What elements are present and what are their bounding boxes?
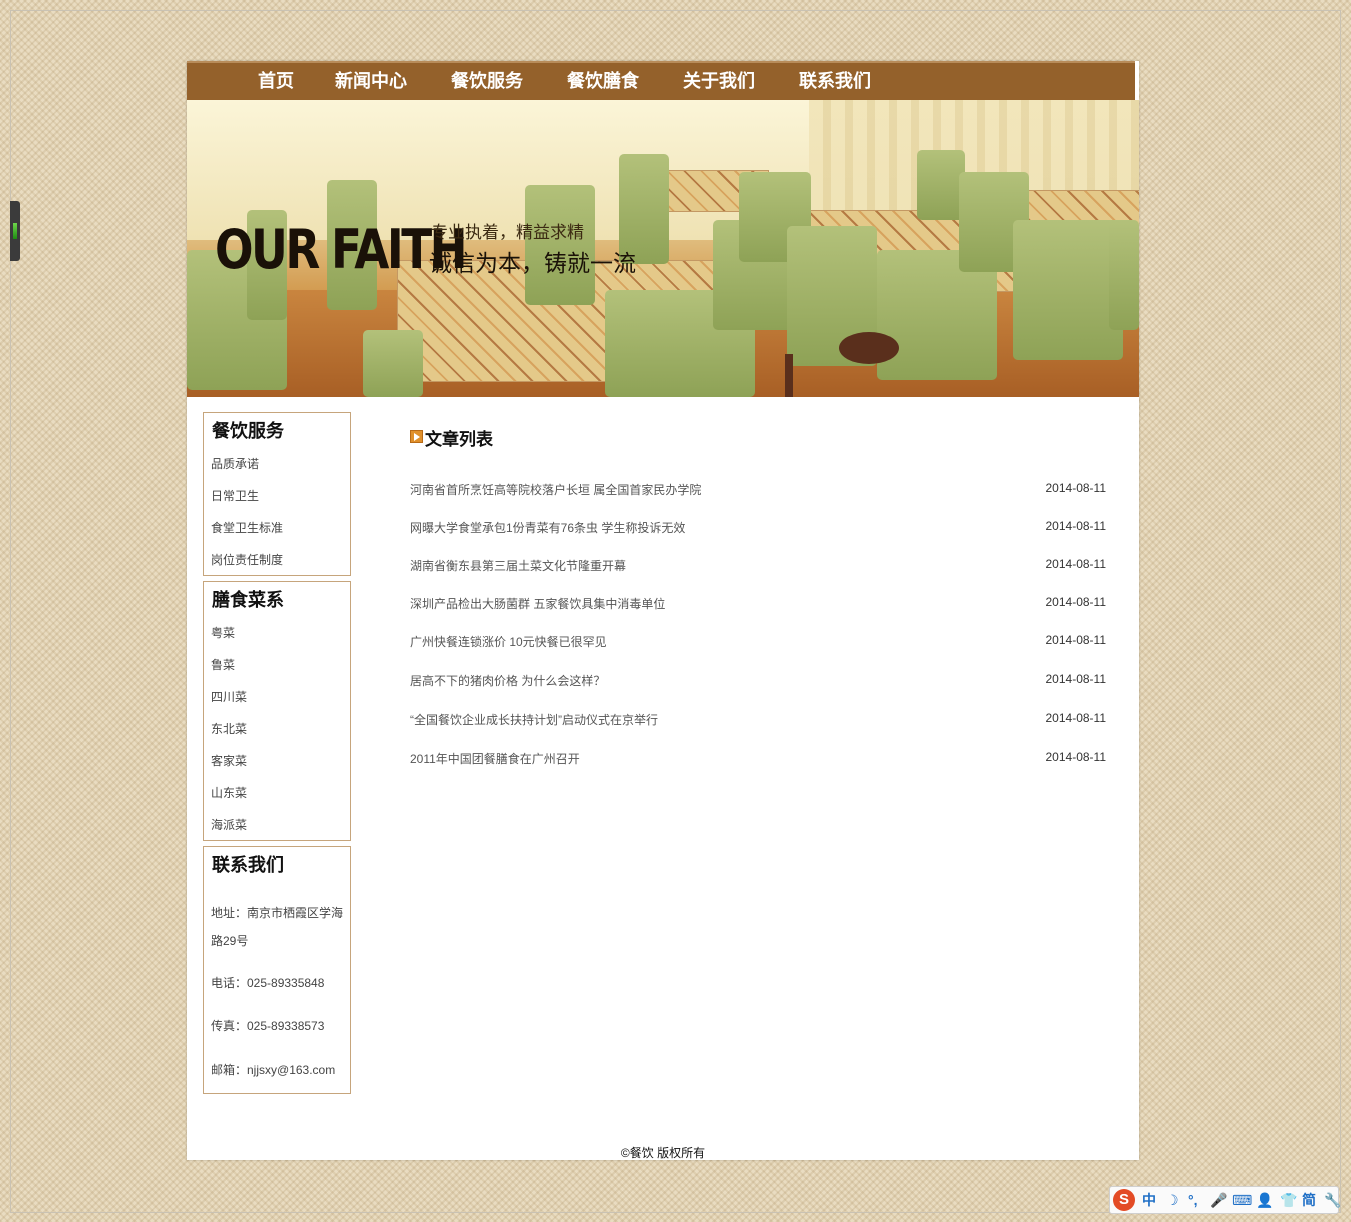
wrench-icon[interactable]: 🔧 [1324,1190,1341,1210]
play-arrow-icon [410,430,423,443]
sidebar-contact-title: 联系我们 [212,855,284,876]
nav-item-about[interactable]: 关于我们 [683,63,755,100]
article-row[interactable]: 网曝大学食堂承包1份青菜有76条虫 学生称投诉无效 2014-08-11 [410,519,1106,539]
article-date: 2014-08-11 [1045,595,1107,609]
sidebar-item-duty-system[interactable]: 岗位责任制度 [211,551,283,568]
sidebar-cuisine-box: 膳食菜系 粤菜 鲁菜 四川菜 东北菜 客家菜 山东菜 海派菜 [203,581,351,841]
sidebar-item-sichuan[interactable]: 四川菜 [211,688,247,705]
article-title[interactable]: “全国餐饮企业成长扶持计划”启动仪式在京举行 [410,711,658,728]
banner-table-leg [785,354,793,397]
article-row[interactable]: 湖南省衡东县第三届土菜文化节隆重开幕 2014-08-11 [410,557,1106,577]
banner-chair [1013,220,1123,360]
sidebar-contact-box: 联系我们 地址：南京市栖霞区学海路29号 电话：025-89335848 传真：… [203,846,351,1094]
sogou-logo-icon[interactable]: S [1113,1189,1135,1211]
article-date: 2014-08-11 [1045,481,1107,495]
punctuation-icon[interactable]: °, [1188,1190,1198,1210]
nav-item-home[interactable]: 首页 [258,63,294,100]
article-list-title: 文章列表 [425,430,493,450]
hero-banner: OUR FAITH 专业执着，精益求精 诚信为本，铸就一流 [187,100,1139,397]
banner-slogan-small: 专业执着，精益求精 [431,223,584,243]
article-row[interactable]: 广州快餐连锁涨价 10元快餐已很罕见 2014-08-11 [410,633,1106,653]
nav-item-service[interactable]: 餐饮服务 [451,63,523,100]
microphone-icon[interactable]: 🎤 [1210,1190,1227,1210]
article-date: 2014-08-11 [1045,633,1107,647]
article-row[interactable]: “全国餐饮企业成长扶持计划”启动仪式在京举行 2014-08-11 [410,711,1106,731]
article-row[interactable]: 河南省首所烹饪高等院校落户长垣 属全国首家民办学院 2014-08-11 [410,481,1106,501]
sidebar-service-box: 餐饮服务 品质承诺 日常卫生 食堂卫生标准 岗位责任制度 [203,412,351,576]
page-container: 首页 新闻中心 餐饮服务 餐饮膳食 关于我们 联系我们 OUR FAITH 专业… [187,61,1139,1160]
article-title[interactable]: 网曝大学食堂承包1份青菜有76条虫 学生称投诉无效 [410,519,685,536]
ime-simplified-toggle[interactable]: 简 [1302,1190,1316,1210]
banner-chair [1109,220,1139,330]
sidebar-item-cantonese[interactable]: 粤菜 [211,624,235,641]
user-icon[interactable]: 👤 [1256,1190,1273,1210]
article-date: 2014-08-11 [1045,557,1107,571]
skin-shirt-icon[interactable]: 👕 [1280,1190,1297,1210]
contact-phone: 电话：025-89335848 [211,976,325,990]
sidebar-item-daily-hygiene[interactable]: 日常卫生 [211,487,259,504]
article-title[interactable]: 广州快餐连锁涨价 10元快餐已很罕见 [410,633,607,650]
article-row[interactable]: 2011年中国团餐膳食在广州召开 2014-08-11 [410,750,1106,770]
article-date: 2014-08-11 [1045,750,1107,764]
main-nav: 首页 新闻中心 餐饮服务 餐饮膳食 关于我们 联系我们 [187,61,1135,100]
contact-email: 邮箱：njjsxy@163.com [211,1063,336,1077]
nav-item-contact[interactable]: 联系我们 [799,63,871,100]
banner-table-base [839,332,899,364]
sidebar-service-title: 餐饮服务 [212,421,284,442]
banner-chair [917,150,965,220]
banner-slogan-large: 诚信为本，铸就一流 [429,251,636,277]
page-footer: ©餐饮 版权所有 [620,1146,706,1160]
banner-chair [363,330,423,397]
side-handle-icon[interactable] [10,201,20,261]
article-date: 2014-08-11 [1045,711,1107,725]
sidebar-item-canteen-standard[interactable]: 食堂卫生标准 [211,519,283,536]
keyboard-icon[interactable]: ⌨ [1232,1190,1252,1210]
sidebar-item-lu[interactable]: 鲁菜 [211,656,235,673]
sidebar-item-hakka[interactable]: 客家菜 [211,752,247,769]
nav-item-meals[interactable]: 餐饮膳食 [567,63,639,100]
sidebar-item-haipai[interactable]: 海派菜 [211,816,247,833]
article-date: 2014-08-11 [1045,672,1107,686]
ime-mode-toggle[interactable]: 中 [1142,1190,1156,1210]
banner-logo-text: OUR FAITH [215,218,468,281]
sidebar-item-shandong[interactable]: 山东菜 [211,784,247,801]
article-title[interactable]: 居高不下的猪肉价格 为什么会这样？ [410,672,605,689]
sidebar-item-dongbei[interactable]: 东北菜 [211,720,247,737]
ime-toolbar: S 中 ☽ °, 🎤 ⌨ 👤 👕 简 🔧 [1109,1186,1341,1214]
article-title[interactable]: 湖南省衡东县第三届土菜文化节隆重开幕 [410,557,626,574]
sidebar-item-quality[interactable]: 品质承诺 [211,455,259,472]
article-date: 2014-08-11 [1045,519,1107,533]
article-row[interactable]: 深圳产品检出大肠菌群 五家餐饮具集中消毒单位 2014-08-11 [410,595,1106,615]
moon-icon[interactable]: ☽ [1166,1190,1179,1210]
contact-address: 地址：南京市栖霞区学海路29号 [211,906,344,948]
article-row[interactable]: 居高不下的猪肉价格 为什么会这样？ 2014-08-11 [410,672,1106,692]
contact-fax: 传真：025-89338573 [211,1019,325,1033]
article-title[interactable]: 深圳产品检出大肠菌群 五家餐饮具集中消毒单位 [410,595,665,612]
nav-item-news[interactable]: 新闻中心 [335,63,407,100]
article-title[interactable]: 2011年中国团餐膳食在广州召开 [410,750,580,767]
article-title[interactable]: 河南省首所烹饪高等院校落户长垣 属全国首家民办学院 [410,481,701,498]
sidebar-cuisine-title: 膳食菜系 [212,590,284,611]
